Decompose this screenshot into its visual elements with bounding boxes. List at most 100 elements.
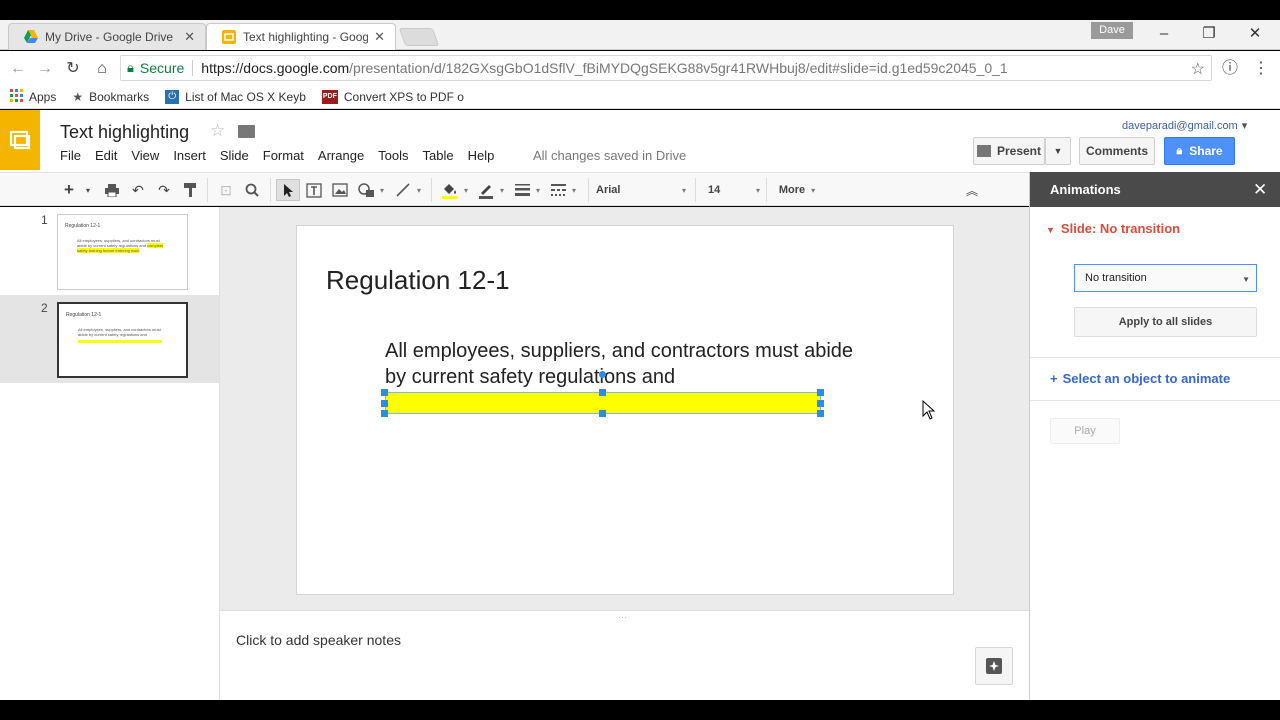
slide-canvas[interactable]: Regulation 12-1 All employees, suppliers…	[296, 225, 954, 595]
bookmark-star-icon[interactable]: ☆	[1191, 59, 1205, 79]
border-weight-icon[interactable]	[512, 179, 532, 201]
bookmark-label: List of Mac OS X Keyb	[185, 89, 306, 104]
bookmark-bookmarks[interactable]: ★ Bookmarks	[72, 90, 149, 104]
comments-button[interactable]: Comments	[1079, 137, 1155, 165]
slide-thumbnail-row[interactable]: 1 Regulation 12-1 All employees, supplie…	[0, 207, 219, 295]
line-chevron-down-icon[interactable]: ▾	[414, 179, 424, 201]
menu-edit[interactable]: Edit	[95, 148, 117, 163]
resize-handle[interactable]	[381, 389, 388, 396]
resize-handle[interactable]	[817, 400, 824, 407]
restore-icon[interactable]: ❐	[1197, 24, 1221, 44]
explore-icon[interactable]	[975, 647, 1013, 685]
transition-type-select[interactable]: No transition ▼	[1074, 264, 1257, 292]
print-icon[interactable]	[102, 179, 122, 201]
text-box-icon[interactable]	[304, 179, 324, 201]
menu-table[interactable]: Table	[423, 148, 454, 163]
menu-arrange[interactable]: Arrange	[318, 148, 364, 163]
star-icon: ★	[72, 89, 84, 104]
select-cursor-icon[interactable]	[276, 179, 300, 201]
close-tab-icon[interactable]: ✕	[374, 29, 385, 45]
reload-icon[interactable]: ↻	[63, 59, 83, 79]
border-weight-chevron-down-icon[interactable]: ▾	[534, 179, 542, 201]
present-button[interactable]: Present	[973, 137, 1045, 165]
border-dash-chevron-down-icon[interactable]: ▾	[570, 179, 578, 201]
shape-icon[interactable]	[356, 179, 376, 201]
toolbar-divider	[588, 178, 589, 202]
slide-thumbnail[interactable]: Regulation 12-1 All employees, suppliers…	[57, 214, 188, 290]
paint-format-icon[interactable]	[180, 179, 200, 201]
menu-slide[interactable]: Slide	[220, 148, 249, 163]
collapse-toolbar-icon[interactable]: ︽	[962, 179, 982, 201]
select-object-to-animate-link[interactable]: + Select an object to animate	[1050, 371, 1230, 386]
bookmark-convert-xps[interactable]: PDF Convert XPS to PDF o	[321, 89, 464, 104]
rotate-handle[interactable]	[599, 371, 606, 378]
lock-icon: 🔒︎	[1176, 144, 1183, 157]
resize-handle[interactable]	[599, 389, 606, 396]
slide-transition-toggle[interactable]: ▼ Slide: No transition	[1046, 221, 1180, 236]
menu-insert[interactable]: Insert	[173, 148, 206, 163]
slide-thumbnail[interactable]: Regulation 12-1 All employees, suppliers…	[57, 302, 188, 378]
font-family-select[interactable]: Arial ▾	[596, 179, 686, 201]
undo-icon[interactable]: ↶	[128, 179, 148, 201]
resize-handle[interactable]	[817, 389, 824, 396]
apply-to-all-slides-button[interactable]: Apply to all slides	[1074, 307, 1257, 337]
shape-chevron-down-icon[interactable]: ▾	[377, 179, 387, 201]
home-icon[interactable]: ⌂	[92, 59, 112, 79]
new-tab-button[interactable]	[398, 28, 440, 46]
folder-icon[interactable]	[238, 125, 255, 138]
speaker-notes-placeholder[interactable]: Click to add speaker notes	[236, 632, 401, 648]
speaker-notes[interactable]: ⋯ Click to add speaker notes	[220, 610, 1029, 700]
border-color-icon[interactable]	[476, 179, 496, 201]
star-icon[interactable]: ☆	[210, 121, 225, 141]
slide-body-text[interactable]: All employees, suppliers, and contractor…	[385, 338, 855, 390]
resize-handle[interactable]	[381, 400, 388, 407]
slide-title[interactable]: Regulation 12-1	[326, 265, 510, 296]
animations-header: Animations ✕	[1030, 172, 1280, 207]
url-field[interactable]: 🔒︎ Secure https://docs.google.com /prese…	[120, 55, 1212, 81]
bookmark-mac-keyboard[interactable]: ⏻ List of Mac OS X Keyb	[165, 89, 306, 104]
resize-handle[interactable]	[599, 410, 606, 417]
minimize-icon[interactable]: –	[1152, 24, 1176, 44]
font-size-select[interactable]: 14 ▾	[708, 179, 760, 201]
resize-handle[interactable]	[817, 410, 824, 417]
bookmarks-bar: Apps ★ Bookmarks ⏻ List of Mac OS X Keyb…	[0, 85, 1280, 109]
info-icon[interactable]: ⓘ	[1220, 59, 1240, 79]
document-title[interactable]: Text highlighting	[60, 122, 189, 143]
border-chevron-down-icon[interactable]: ▾	[498, 179, 506, 201]
redo-icon[interactable]: ↷	[154, 179, 174, 201]
profile-button[interactable]: Dave	[1091, 22, 1133, 39]
new-slide-layout-chevron-icon[interactable]: ▾	[83, 179, 93, 201]
more-button[interactable]: More ▾	[774, 179, 820, 201]
back-icon[interactable]: ←	[8, 59, 28, 79]
zoom-icon[interactable]	[242, 179, 262, 201]
close-tab-icon[interactable]: ✕	[184, 29, 195, 45]
slides-logo-icon[interactable]	[0, 110, 40, 170]
close-icon[interactable]: ✕	[1253, 180, 1267, 200]
menu-kebab-icon[interactable]: ⋮	[1251, 59, 1271, 79]
menu-tools[interactable]: Tools	[378, 148, 408, 163]
share-button[interactable]: 🔒︎ Share	[1164, 137, 1235, 165]
bookmark-apps[interactable]: Apps	[10, 88, 56, 105]
menu-view[interactable]: View	[131, 148, 159, 163]
play-button[interactable]: Play	[1050, 418, 1120, 444]
account-menu[interactable]: daveparadi@gmail.com ▾	[1122, 119, 1247, 132]
close-window-icon[interactable]: ✕	[1243, 24, 1267, 44]
menu-help[interactable]: Help	[468, 148, 495, 163]
new-slide-icon[interactable]: +	[60, 179, 78, 201]
slide-thumbnail-row-selected[interactable]: 2 Regulation 12-1 All employees, supplie…	[0, 295, 219, 383]
resize-handle[interactable]	[381, 410, 388, 417]
image-icon[interactable]	[330, 179, 350, 201]
save-status[interactable]: All changes saved in Drive	[533, 148, 686, 163]
zoom-fit-icon[interactable]: ⊡	[216, 179, 236, 201]
forward-icon[interactable]: →	[35, 59, 55, 79]
fill-chevron-down-icon[interactable]: ▾	[462, 179, 470, 201]
border-dash-icon[interactable]	[548, 179, 568, 201]
resize-grip-icon[interactable]: ⋯	[618, 612, 628, 623]
present-options-button[interactable]: ▼	[1045, 137, 1071, 165]
tab-text-highlighting[interactable]: Text highlighting - Googl ✕	[206, 23, 396, 50]
fill-color-icon[interactable]	[438, 179, 462, 201]
menu-format[interactable]: Format	[263, 148, 304, 163]
tab-my-drive[interactable]: My Drive - Google Drive ✕	[8, 23, 206, 50]
line-icon[interactable]	[393, 179, 413, 201]
menu-file[interactable]: File	[60, 148, 81, 163]
